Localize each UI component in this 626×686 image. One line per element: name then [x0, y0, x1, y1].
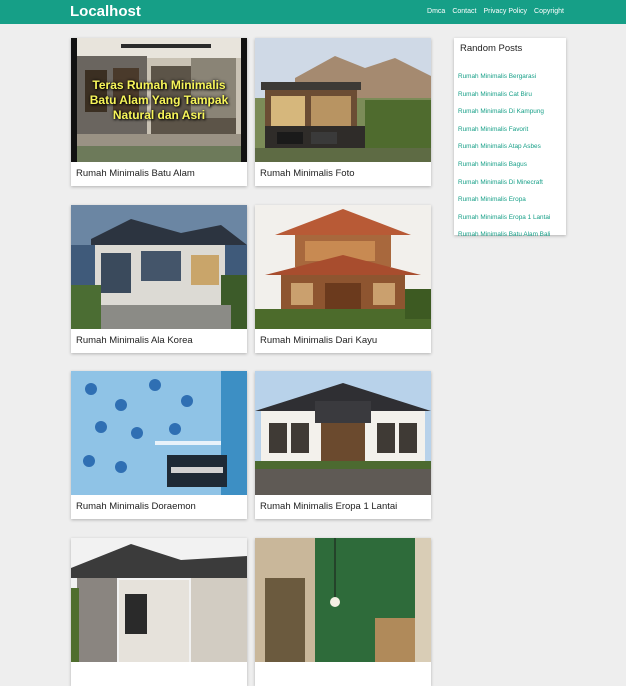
- post-title[interactable]: Rumah Minimalis Doraemon: [76, 501, 196, 512]
- random-post-link[interactable]: Rumah Minimalis Eropa 1 Lantai: [458, 214, 550, 221]
- post-card[interactable]: Teras Rumah Minimalis Batu Alam Yang Tam…: [71, 38, 247, 186]
- nav-link-privacy-policy[interactable]: Privacy Policy: [483, 8, 527, 15]
- post-title[interactable]: Rumah Minimalis Ala Korea: [76, 335, 193, 346]
- random-post-link[interactable]: Rumah Minimalis Favorit: [458, 126, 528, 133]
- post-title[interactable]: Rumah Minimalis Foto: [260, 168, 355, 179]
- list-item: Rumah Minimalis Batu Alam Bali: [458, 223, 550, 241]
- post-thumbnail[interactable]: [255, 38, 431, 162]
- list-item: Rumah Minimalis Atap Asbes: [458, 135, 550, 153]
- post-thumbnail[interactable]: Teras Rumah Minimalis Batu Alam Yang Tam…: [71, 38, 247, 162]
- post-thumbnail[interactable]: [71, 371, 247, 495]
- nav-link-copyright[interactable]: Copyright: [534, 8, 564, 15]
- random-post-link[interactable]: Rumah Minimalis Bergarasi: [458, 73, 536, 80]
- random-posts-list: Rumah Minimalis Bergarasi Rumah Minimali…: [458, 65, 550, 241]
- random-post-link[interactable]: Rumah Minimalis Di Minecraft: [458, 179, 543, 186]
- random-post-link[interactable]: Rumah Minimalis Eropa: [458, 196, 526, 203]
- nav-link-dmca[interactable]: Dmca: [427, 8, 445, 15]
- post-card[interactable]: Rumah Minimalis Foto: [255, 38, 431, 186]
- post-thumbnail[interactable]: [255, 205, 431, 329]
- post-card[interactable]: Rumah Minimalis Ala Korea: [71, 205, 247, 353]
- post-card[interactable]: Rumah Minimalis Dari Kayu: [255, 205, 431, 353]
- post-thumbnail[interactable]: [255, 538, 431, 662]
- post-card[interactable]: Rumah Minimalis Eropa 1 Lantai: [255, 371, 431, 519]
- random-post-link[interactable]: Rumah Minimalis Di Kampung: [458, 108, 544, 115]
- list-item: Rumah Minimalis Eropa 1 Lantai: [458, 206, 550, 224]
- thumbnail-overlay-text: Teras Rumah Minimalis Batu Alam Yang Tam…: [89, 78, 229, 122]
- random-posts-widget: Random Posts Rumah Minimalis Bergarasi R…: [454, 38, 566, 238]
- post-card[interactable]: [255, 538, 431, 686]
- post-card[interactable]: Rumah Minimalis Doraemon: [71, 371, 247, 519]
- top-navbar: Localhost Dmca Contact Privacy Policy Co…: [0, 0, 626, 24]
- list-item: Rumah Minimalis Favorit: [458, 118, 550, 136]
- site-brand-link[interactable]: Localhost: [70, 3, 141, 20]
- post-title[interactable]: Rumah Minimalis Batu Alam: [76, 168, 195, 179]
- list-item: Rumah Minimalis Di Minecraft: [458, 171, 550, 189]
- post-title[interactable]: Rumah Minimalis Dari Kayu: [260, 335, 377, 346]
- post-thumbnail[interactable]: [255, 371, 431, 495]
- random-post-link[interactable]: Rumah Minimalis Cat Biru: [458, 91, 532, 98]
- widget-heading: Random Posts: [460, 43, 523, 54]
- list-item: Rumah Minimalis Bagus: [458, 153, 550, 171]
- list-item: Rumah Minimalis Bergarasi: [458, 65, 550, 83]
- nav-links: Dmca Contact Privacy Policy Copyright: [427, 8, 564, 15]
- random-post-link[interactable]: Rumah Minimalis Batu Alam Bali: [458, 231, 550, 238]
- random-post-link[interactable]: Rumah Minimalis Bagus: [458, 161, 527, 168]
- list-item: Rumah Minimalis Eropa: [458, 188, 550, 206]
- list-item: Rumah Minimalis Di Kampung: [458, 100, 550, 118]
- nav-link-contact[interactable]: Contact: [452, 8, 476, 15]
- post-title[interactable]: Rumah Minimalis Eropa 1 Lantai: [260, 501, 397, 512]
- random-post-link[interactable]: Rumah Minimalis Atap Asbes: [458, 143, 541, 150]
- list-item: Rumah Minimalis Cat Biru: [458, 83, 550, 101]
- post-thumbnail[interactable]: [71, 205, 247, 329]
- post-thumbnail[interactable]: [71, 538, 247, 662]
- post-card[interactable]: [71, 538, 247, 686]
